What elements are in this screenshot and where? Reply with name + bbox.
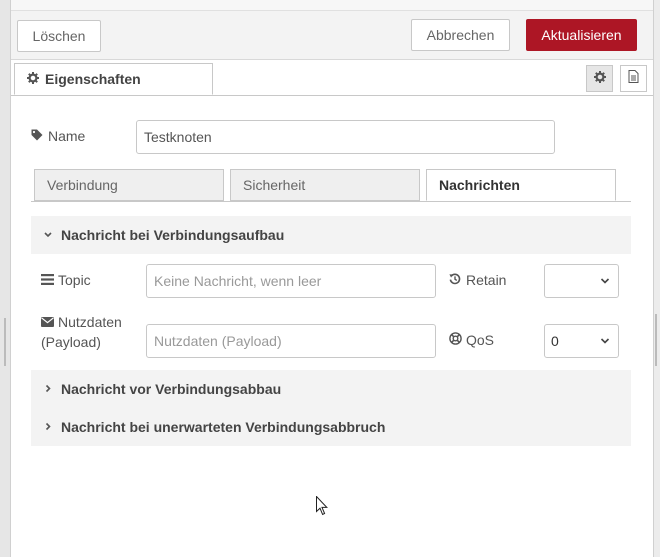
section-close-message[interactable]: Nachricht vor Verbindungsabbau xyxy=(31,370,631,408)
payload-label-line1: Nutzdaten xyxy=(58,314,122,330)
topic-label-text: Topic xyxy=(58,272,91,288)
tab-properties[interactable]: Eigenschaften xyxy=(14,63,213,95)
cancel-button[interactable]: Abbrechen xyxy=(411,19,510,51)
section-will-message[interactable]: Nachricht bei unerwarteten Verbindungsab… xyxy=(31,408,631,446)
payload-label-line2: (Payload) xyxy=(41,334,101,350)
gear-icon xyxy=(27,64,41,94)
qos-select[interactable]: 0 xyxy=(544,324,619,358)
tab-properties-label: Eigenschaften xyxy=(45,71,141,87)
resize-handle-right[interactable] xyxy=(655,314,657,366)
section-birth-message[interactable]: Nachricht bei Verbindungsaufbau xyxy=(31,216,631,254)
retain-label: Retain xyxy=(449,272,506,288)
section-title: Nachricht bei Verbindungsaufbau xyxy=(61,227,285,243)
dialog-tabbar: Eigenschaften xyxy=(11,60,653,96)
subtab-bar: Verbindung Sicherheit Nachrichten xyxy=(31,169,631,202)
gear-icon xyxy=(593,70,606,86)
mouse-cursor-icon xyxy=(316,495,328,516)
topic-label: Topic xyxy=(41,272,91,288)
support-icon xyxy=(449,332,463,348)
chevron-right-icon xyxy=(43,408,55,460)
tag-icon xyxy=(31,128,45,144)
edit-dialog: Löschen Abbrechen Aktualisieren Eigensch… xyxy=(10,0,654,557)
name-input[interactable]: Testknoten xyxy=(136,120,555,154)
subtab-connection[interactable]: Verbindung xyxy=(34,169,224,201)
chevron-down-icon xyxy=(600,265,610,310)
name-label-text: Name xyxy=(48,128,86,144)
name-label: Name xyxy=(31,128,85,144)
delete-button[interactable]: Löschen xyxy=(17,20,101,52)
settings-tab-button[interactable] xyxy=(586,65,613,92)
section-title: Nachricht vor Verbindungsabbau xyxy=(61,381,282,397)
payload-label: Nutzdaten (Payload) xyxy=(41,312,122,352)
payload-input[interactable]: Nutzdaten (Payload) xyxy=(146,324,436,358)
description-tab-button[interactable] xyxy=(620,65,647,92)
left-gutter xyxy=(0,0,10,557)
envelope-icon xyxy=(41,312,55,332)
chevron-down-icon xyxy=(600,325,610,370)
subtab-messages[interactable]: Nachrichten xyxy=(426,169,616,201)
dialog-header: Löschen Abbrechen Aktualisieren xyxy=(11,0,653,60)
retain-select[interactable] xyxy=(544,264,619,298)
topic-input[interactable]: Keine Nachricht, wenn leer xyxy=(146,264,436,298)
history-icon xyxy=(449,272,463,288)
section-title: Nachricht bei unerwarteten Verbindungsab… xyxy=(61,419,386,435)
qos-label-text: QoS xyxy=(466,332,495,348)
qos-label: QoS xyxy=(449,332,494,348)
subtab-security[interactable]: Sicherheit xyxy=(230,169,420,201)
dialog-title-strip xyxy=(11,0,653,11)
retain-label-text: Retain xyxy=(466,272,507,288)
resize-handle[interactable] xyxy=(4,318,6,366)
update-button[interactable]: Aktualisieren xyxy=(526,19,637,51)
document-icon xyxy=(628,70,639,86)
qos-value: 0 xyxy=(551,333,559,349)
list-icon xyxy=(41,272,55,288)
chevron-down-icon xyxy=(43,216,55,268)
